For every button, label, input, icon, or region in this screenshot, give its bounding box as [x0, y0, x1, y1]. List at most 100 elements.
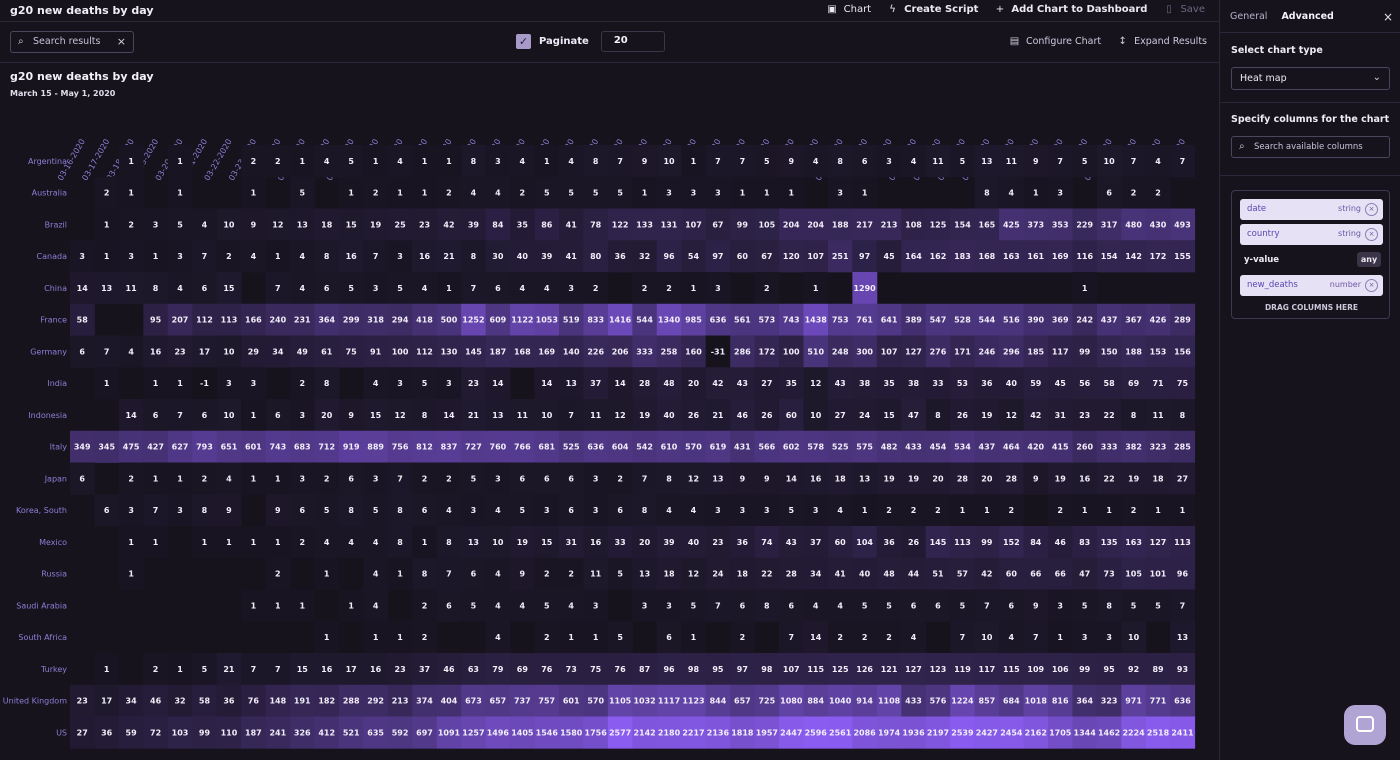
cell-value: 15: [297, 665, 309, 674]
column-search-placeholder: Search available columns: [1254, 142, 1363, 152]
cell-value: 14: [443, 411, 455, 420]
cell-value: 127: [905, 347, 922, 356]
expand-results-button[interactable]: ↕ Expand Results: [1117, 36, 1207, 47]
cell-value: 18: [737, 570, 749, 579]
cell-value: 6: [79, 474, 85, 483]
cell-value: 66: [1030, 570, 1042, 579]
cell-value: 12: [688, 570, 699, 579]
cell-value: 544: [636, 316, 653, 325]
chart-type-select[interactable]: Heat map ⌄: [1231, 67, 1390, 90]
configure-icon: ▤: [1009, 36, 1020, 47]
cell-value: 100: [392, 347, 409, 356]
cell-value: 4: [495, 189, 501, 198]
remove-icon[interactable]: ×: [1365, 203, 1378, 216]
column-name: new_deaths: [1247, 280, 1298, 290]
cell-value: 4: [397, 157, 403, 166]
cell-value: 389: [905, 316, 922, 325]
search-icon: ⌕: [18, 36, 24, 47]
cell-value: 11: [590, 570, 602, 579]
cell-value: 59: [126, 728, 138, 737]
main-panel: g20 new deaths by day ▣ Chart ϟ Create S…: [0, 0, 1219, 760]
cell-value: 7: [984, 601, 990, 610]
cell-value: 39: [663, 538, 675, 547]
cell-value: 2: [153, 665, 159, 674]
cell-value: 2: [422, 601, 428, 610]
y-tick-label: Argentina: [28, 157, 67, 166]
cell-value: 131: [661, 220, 678, 229]
cell-value: 592: [392, 728, 409, 737]
save-button[interactable]: ▯ Save: [1163, 4, 1205, 15]
cell-value: 84: [1030, 538, 1042, 547]
cell-value: 150: [1101, 347, 1118, 356]
paginate-checkbox[interactable]: ✓: [516, 34, 531, 49]
cell-value: 99: [1079, 665, 1091, 674]
add-to-dashboard-button[interactable]: + Add Chart to Dashboard: [994, 4, 1148, 15]
cell-value: 3: [691, 189, 697, 198]
cell-value: 154: [954, 220, 971, 229]
cell-value: 78: [590, 220, 602, 229]
chart-button[interactable]: ▣ Chart: [827, 4, 871, 15]
create-script-button[interactable]: ϟ Create Script: [887, 4, 978, 15]
tab-general[interactable]: General: [1230, 11, 1267, 22]
cell-value: 76: [248, 697, 260, 706]
cell-value: 1: [862, 506, 868, 515]
cell-value: 5: [397, 284, 403, 293]
y-value-type-button[interactable]: any: [1357, 252, 1381, 267]
cell-value: 3: [251, 379, 257, 388]
cell-value: 40: [1006, 379, 1018, 388]
cell-value: 51: [932, 570, 944, 579]
chat-button[interactable]: [1344, 705, 1386, 745]
cell-value: 725: [758, 697, 775, 706]
configure-chart-button[interactable]: ▤ Configure Chart: [1009, 36, 1101, 47]
cell-value: 404: [441, 697, 458, 706]
cell-value: 45: [884, 252, 896, 261]
cell-value: 288: [343, 697, 360, 706]
cell-value: 292: [367, 697, 384, 706]
cell-value: 6: [495, 284, 501, 293]
cell-value: 5: [544, 601, 550, 610]
cell-value: 6: [1106, 189, 1112, 198]
remove-icon[interactable]: ×: [1365, 228, 1378, 241]
cell-value: 6: [935, 601, 941, 610]
cell-value: 116: [1076, 252, 1093, 261]
cell-value: 7: [104, 347, 110, 356]
tab-advanced[interactable]: Advanced: [1281, 11, 1333, 22]
page-size-input[interactable]: 20: [600, 31, 665, 52]
cell-value: 1: [251, 538, 257, 547]
column-name: country: [1247, 229, 1280, 239]
column-chip-country[interactable]: country string ×: [1240, 224, 1383, 245]
cell-value: 5: [1155, 601, 1161, 610]
remove-icon[interactable]: ×: [1365, 279, 1378, 292]
cell-value: 75: [590, 665, 602, 674]
column-chip-new-deaths[interactable]: new_deaths number ×: [1240, 275, 1383, 296]
cell-value: 9: [788, 157, 794, 166]
cell-value: 4: [1009, 633, 1015, 642]
clear-icon[interactable]: ×: [117, 35, 126, 48]
cell-value: 426: [1150, 316, 1167, 325]
cell-value: 5: [862, 601, 868, 610]
cell-value: 9: [348, 411, 354, 420]
close-icon[interactable]: ×: [1383, 10, 1393, 24]
cell-value: 6: [1009, 601, 1015, 610]
cell-value: 10: [981, 633, 993, 642]
cell-value: 4: [422, 284, 428, 293]
cell-value: 130: [441, 347, 458, 356]
cell-value: 2: [128, 474, 134, 483]
cell-value: 148: [269, 697, 286, 706]
column-type: string: [1338, 229, 1361, 238]
cell-value: 542: [636, 443, 653, 452]
cell-value: 6: [446, 601, 452, 610]
column-search-input[interactable]: ⌕ Search available columns: [1231, 136, 1390, 158]
cell-value: 771: [1150, 697, 1167, 706]
cell-value: 101: [1150, 570, 1167, 579]
column-drop-zone[interactable]: date string × country string × y-value a…: [1231, 190, 1390, 319]
cell-value: 4: [373, 538, 379, 547]
cell-value: 16: [810, 474, 822, 483]
cell-value: 26: [688, 411, 700, 420]
cell-value: 570: [587, 697, 604, 706]
search-results-input[interactable]: ⌕ Search results ×: [10, 31, 134, 53]
column-chip-date[interactable]: date string ×: [1240, 199, 1383, 220]
cell-value: 21: [443, 252, 455, 261]
add-to-dashboard-label: Add Chart to Dashboard: [1011, 4, 1148, 15]
cell-value: 95: [150, 316, 162, 325]
